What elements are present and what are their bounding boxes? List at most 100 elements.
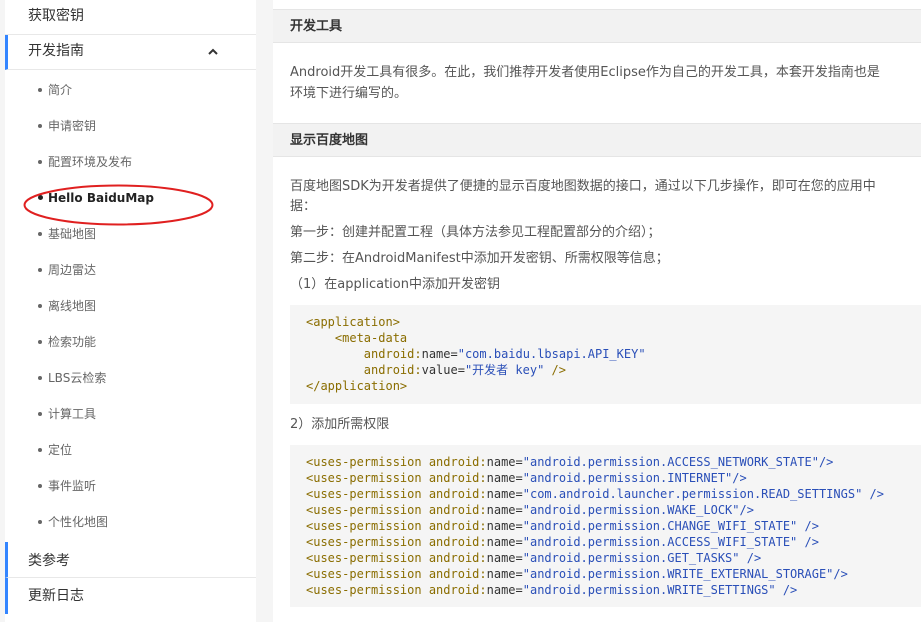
sidebar-item-calc-tools[interactable]: 计算工具 — [5, 396, 256, 432]
code-token: name= — [486, 455, 523, 469]
code-token: android: — [363, 347, 422, 361]
sidebar-item-label: 申请密钥 — [48, 119, 97, 133]
section-title-show-map: 显示百度地图 — [273, 123, 921, 157]
code-line-permission: <uses-permission android:name="android.p… — [306, 566, 921, 582]
main-content: 开发工具 Android开发工具有很多。在此，我们推荐开发者使用Eclipse作… — [273, 0, 921, 622]
code-token: name= — [421, 347, 458, 361]
sidebar-item-search[interactable]: 检索功能 — [5, 324, 256, 360]
code-token: "开发者 key" — [464, 363, 545, 377]
code-block-permissions[interactable]: <uses-permission android:name="android.p… — [290, 445, 921, 607]
code-token: name= — [486, 551, 523, 565]
sidebar-item-label: 离线地图 — [48, 299, 97, 313]
bullet-icon — [38, 232, 42, 236]
code-line-permission: <uses-permission android:name="android.p… — [306, 502, 921, 518]
sidebar-item-hello-baidumap[interactable]: Hello BaiduMap — [5, 180, 256, 216]
code-token: "android.permission.ACCESS_WIFI_STATE" /… — [522, 535, 819, 549]
sidebar-item-label: 个性化地图 — [48, 515, 109, 529]
code-token: <uses-permission — [306, 567, 429, 581]
code-token: <uses-permission — [306, 535, 429, 549]
code-line-permission: <uses-permission android:name="android.p… — [306, 470, 921, 486]
code-token: "android.permission.CHANGE_WIFI_STATE" /… — [522, 519, 819, 533]
sidebar-item-offline-map[interactable]: 离线地图 — [5, 288, 256, 324]
sidebar-item-config-env[interactable]: 配置环境及发布 — [5, 144, 256, 180]
bullet-icon — [38, 484, 42, 488]
sidebar-item-radar[interactable]: 周边雷达 — [5, 252, 256, 288]
bullet-icon — [38, 268, 42, 272]
sidebar-item-basic-map[interactable]: 基础地图 — [5, 216, 256, 252]
code-token: name= — [486, 567, 523, 581]
sidebar-item-location[interactable]: 定位 — [5, 432, 256, 468]
bullet-icon — [38, 304, 42, 308]
code-token: "android.permission.INTERNET"/> — [522, 471, 747, 485]
code-token: <uses-permission — [306, 519, 429, 533]
nav-dev-guide-label: 开发指南 — [28, 43, 84, 59]
step-one: 第一步：创建并配置工程（具体方法参见工程配置部分的介绍）； — [290, 225, 661, 240]
code-token: android: — [428, 471, 487, 485]
code-token: android: — [428, 455, 487, 469]
sidebar-item-label: 基础地图 — [48, 227, 97, 241]
nav-class-ref-label: 类参考 — [28, 553, 70, 569]
code-token: android: — [428, 583, 487, 597]
code-token: name= — [486, 535, 523, 549]
sidebar-item-apply-key[interactable]: 申请密钥 — [5, 108, 256, 144]
code-token: android: — [428, 535, 487, 549]
sidebar-item-label: 配置环境及发布 — [48, 155, 133, 169]
sidebar-item-label: 定位 — [48, 443, 73, 457]
sidebar-item-label: 计算工具 — [48, 407, 97, 421]
code-token: "android.permission.ACCESS_NETWORK_STATE… — [522, 455, 834, 469]
nav-get-key[interactable]: 获取密钥 — [5, 0, 256, 35]
code-token: value= — [421, 363, 465, 377]
nav-class-ref[interactable]: 类参考 — [5, 542, 256, 578]
code-line-permission: <uses-permission android:name="android.p… — [306, 454, 921, 470]
nav-changelog[interactable]: 更新日志 — [5, 578, 256, 614]
code-token: <uses-permission — [306, 487, 429, 501]
code-token: <uses-permission — [306, 583, 429, 597]
code-token: android: — [428, 567, 487, 581]
code-token: /> — [544, 363, 566, 377]
code-token: android: — [428, 519, 487, 533]
code-line-permission: <uses-permission android:name="android.p… — [306, 534, 921, 550]
code-token: name= — [486, 503, 523, 517]
sidebar-item-label: 简介 — [48, 83, 73, 97]
nav-changelog-label: 更新日志 — [28, 588, 84, 604]
code-token: <uses-permission — [306, 503, 429, 517]
subheading-add-permissions: 2）添加所需权限 — [290, 417, 390, 432]
sidebar-item-lbs-cloud[interactable]: LBS云检索 — [5, 360, 256, 396]
code-line-permission: <uses-permission android:name="android.p… — [306, 582, 921, 598]
sidebar-item-events[interactable]: 事件监听 — [5, 468, 256, 504]
sidebar: 获取密钥 开发指南 简介 申请密钥 配置环境及发布 Hello BaiduMap… — [5, 0, 256, 622]
code-token: "com.baidu.lbsapi.API_KEY" — [457, 347, 646, 361]
code-token: "android.permission.WRITE_SETTINGS" /> — [522, 583, 798, 597]
bullet-icon — [38, 195, 43, 200]
code-line-permission: <uses-permission android:name="com.andro… — [306, 486, 921, 502]
code-token: android: — [428, 551, 487, 565]
paragraph: 百度地图SDK为开发者提供了便捷的显示百度地图数据的接口，通过以下几步操作，即可… — [290, 179, 876, 194]
nav-get-key-label: 获取密钥 — [28, 8, 84, 24]
code-line-permission: <uses-permission android:name="android.p… — [306, 550, 921, 566]
code-line-permission: <uses-permission android:name="android.p… — [306, 518, 921, 534]
code-token: name= — [486, 487, 523, 501]
code-token: android: — [428, 487, 487, 501]
sidebar-item-label: Hello BaiduMap — [48, 191, 154, 205]
bullet-icon — [38, 376, 42, 380]
code-token: name= — [486, 471, 523, 485]
section-title-dev-tools: 开发工具 — [273, 9, 921, 43]
sidebar-item-intro[interactable]: 简介 — [5, 72, 256, 108]
code-token: <uses-permission — [306, 471, 429, 485]
paragraph: 据： — [290, 199, 317, 214]
code-token: android: — [363, 363, 422, 377]
paragraph: Android开发工具有很多。在此，我们推荐开发者使用Eclipse作为自己的开… — [290, 65, 880, 80]
sidebar-item-label: 检索功能 — [48, 335, 97, 349]
nav-dev-guide[interactable]: 开发指南 — [5, 35, 256, 70]
code-token: name= — [486, 519, 523, 533]
code-line: </application> — [306, 379, 408, 393]
code-block-application[interactable]: <application> <meta-data android:name="c… — [290, 305, 921, 404]
chevron-up-icon[interactable] — [206, 45, 220, 59]
bullet-icon — [38, 412, 42, 416]
bullet-icon — [38, 124, 42, 128]
sidebar-item-label: 事件监听 — [48, 479, 97, 493]
paragraph: 环境下进行编写的。 — [290, 86, 408, 101]
code-token: "android.permission.WAKE_LOCK"/> — [522, 503, 754, 517]
code-token: android: — [428, 503, 487, 517]
sidebar-item-custom-map[interactable]: 个性化地图 — [5, 504, 256, 540]
